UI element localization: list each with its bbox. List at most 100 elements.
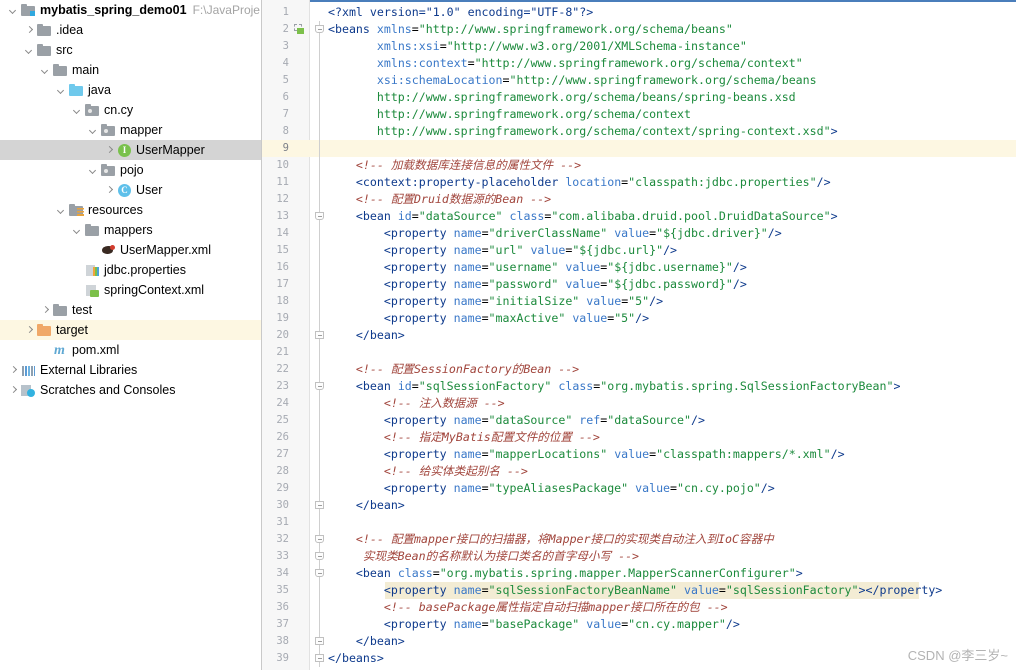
tree-item-resources[interactable]: resources: [0, 200, 261, 220]
chevron-down-icon[interactable]: [8, 5, 19, 16]
chevron-right-icon[interactable]: [24, 25, 35, 36]
fold-expand-icon[interactable]: [315, 501, 324, 509]
tree-item-jdbc-properties[interactable]: jdbc.properties: [0, 260, 261, 280]
fold-collapse-icon[interactable]: [315, 552, 324, 560]
chevron-down-icon[interactable]: [88, 125, 99, 136]
code-line[interactable]: [328, 140, 1016, 157]
fold-expand-icon[interactable]: [315, 654, 324, 662]
fold-collapse-icon[interactable]: [315, 535, 324, 543]
code-line[interactable]: <!-- 配置Druid数据源的Bean -->: [328, 191, 1016, 208]
chevron-down-icon[interactable]: [88, 165, 99, 176]
fold-expand-icon[interactable]: [315, 331, 324, 339]
chevron-right-icon[interactable]: [24, 325, 35, 336]
tree-item-user[interactable]: C User: [0, 180, 261, 200]
code-line[interactable]: [328, 514, 1016, 531]
tree-item-test[interactable]: test: [0, 300, 261, 320]
code-line[interactable]: <property name="username" value="${jdbc.…: [328, 259, 1016, 276]
fold-toggle[interactable]: [314, 497, 325, 514]
fold-toggle[interactable]: [314, 208, 325, 225]
code-line[interactable]: xsi:schemaLocation="http://www.springfra…: [328, 72, 1016, 89]
fold-collapse-icon[interactable]: [315, 25, 324, 33]
code-line[interactable]: <property name="maxActive" value="5"/>: [328, 310, 1016, 327]
code-line[interactable]: <beans xmlns="http://www.springframework…: [328, 21, 1016, 38]
tree-item-mapper[interactable]: mapper: [0, 120, 261, 140]
chevron-down-icon[interactable]: [72, 225, 83, 236]
chevron-right-icon[interactable]: [104, 185, 115, 196]
chevron-down-icon[interactable]: [40, 65, 51, 76]
fold-collapse-icon[interactable]: [315, 569, 324, 577]
code-line[interactable]: </bean>: [328, 327, 1016, 344]
fold-guide: [314, 429, 325, 446]
chevron-down-icon[interactable]: [56, 205, 67, 216]
code-line[interactable]: <!-- 指定MyBatis配置文件的位置 -->: [328, 429, 1016, 446]
tree-item-usermapper[interactable]: I UserMapper: [0, 140, 261, 160]
code-line[interactable]: <context:property-placeholder location="…: [328, 174, 1016, 191]
fold-toggle[interactable]: [314, 565, 325, 582]
code-line[interactable]: <!-- 配置mapper接口的扫描器，将Mapper接口的实现类自动注入到Io…: [328, 531, 1016, 548]
tree-item-idea[interactable]: .idea: [0, 20, 261, 40]
code-line[interactable]: <property name="initialSize" value="5"/>: [328, 293, 1016, 310]
fold-toggle[interactable]: [314, 650, 325, 667]
tree-item-scratches-and-consoles[interactable]: Scratches and Consoles: [0, 380, 261, 400]
chevron-down-icon[interactable]: [72, 105, 83, 116]
code-line[interactable]: <?xml version="1.0" encoding="UTF-8"?>: [328, 4, 1016, 21]
code-line[interactable]: <!-- 加载数据库连接信息的属性文件 -->: [328, 157, 1016, 174]
fold-toggle[interactable]: [314, 633, 325, 650]
code-line[interactable]: xmlns:context="http://www.springframewor…: [328, 55, 1016, 72]
tree-item-pojo[interactable]: pojo: [0, 160, 261, 180]
code-line[interactable]: <!-- basePackage属性指定自动扫描mapper接口所在的包 -->: [328, 599, 1016, 616]
fold-toggle[interactable]: [314, 548, 325, 565]
code-line[interactable]: <property name="dataSource" ref="dataSou…: [328, 412, 1016, 429]
fold-toggle[interactable]: [314, 531, 325, 548]
code-line[interactable]: http://www.springframework.org/schema/co…: [328, 123, 1016, 140]
code-line[interactable]: <property name="password" value="${jdbc.…: [328, 276, 1016, 293]
code-line[interactable]: http://www.springframework.org/schema/co…: [328, 106, 1016, 123]
chevron-right-icon[interactable]: [8, 365, 19, 376]
fold-expand-icon[interactable]: [315, 637, 324, 645]
fold-collapse-icon[interactable]: [315, 382, 324, 390]
code-line[interactable]: 实现类Bean的名称默认为接口类名的首字母小写 -->: [328, 548, 1016, 565]
tree-item-external-libraries[interactable]: External Libraries: [0, 360, 261, 380]
code-line[interactable]: http://www.springframework.org/schema/be…: [328, 89, 1016, 106]
code-line[interactable]: <property name="basePackage" value="cn.c…: [328, 616, 1016, 633]
code-line[interactable]: <property name="url" value="${jdbc.url}"…: [328, 242, 1016, 259]
code-line[interactable]: <bean class="org.mybatis.spring.mapper.M…: [328, 565, 1016, 582]
chevron-right-icon[interactable]: [40, 305, 51, 316]
fold-toggle[interactable]: [314, 327, 325, 344]
code-line[interactable]: <property name="driverClassName" value="…: [328, 225, 1016, 242]
code-line[interactable]: <property name="mapperLocations" value="…: [328, 446, 1016, 463]
tree-item-springcontext-xml[interactable]: springContext.xml: [0, 280, 261, 300]
chevron-down-icon[interactable]: [56, 85, 67, 96]
chevron-right-icon[interactable]: [8, 385, 19, 396]
code-line[interactable]: <!-- 注入数据源 -->: [328, 395, 1016, 412]
code-line[interactable]: [328, 344, 1016, 361]
code-line[interactable]: <property name="typeAliasesPackage" valu…: [328, 480, 1016, 497]
tree-item-pom-xml[interactable]: pom.xml: [0, 340, 261, 361]
project-tree-panel[interactable]: mybatis_spring_demo01 F:\JavaProje .idea sr…: [0, 0, 262, 670]
tree-item-usermapper-xml[interactable]: UserMapper.xml: [0, 240, 261, 260]
chevron-right-icon[interactable]: [104, 145, 115, 156]
fold-toggle[interactable]: [314, 378, 325, 395]
code-token-attr: ref: [579, 413, 601, 427]
fold-toggle[interactable]: [314, 21, 325, 38]
tree-item-src[interactable]: src: [0, 40, 261, 60]
tree-item-mybatis-spring-demo01[interactable]: mybatis_spring_demo01 F:\JavaProje: [0, 0, 261, 20]
code-line[interactable]: <bean id="dataSource" class="com.alibaba…: [328, 208, 1016, 225]
fold-collapse-icon[interactable]: [315, 212, 324, 220]
chevron-down-icon[interactable]: [24, 45, 35, 56]
code-editor[interactable]: 1 2 3 4 5 6 7 8 9 10 11 12 13 14 15 16 17 18 19 20 21 22 23 24 2…: [262, 0, 1016, 670]
code-line[interactable]: </bean>: [328, 497, 1016, 514]
tree-item-cn-cy[interactable]: cn.cy: [0, 100, 261, 120]
code-line[interactable]: <bean id="sqlSessionFactory" class="org.…: [328, 378, 1016, 395]
code-line[interactable]: xmlns:xsi="http://www.w3.org/2001/XMLSch…: [328, 38, 1016, 55]
code-line[interactable]: <property name="sqlSessionFactoryBeanNam…: [328, 582, 1016, 599]
tree-item-target[interactable]: target: [0, 320, 261, 340]
tree-item-java[interactable]: java: [0, 80, 261, 100]
tree-item-mappers[interactable]: mappers: [0, 220, 261, 240]
editor-top-border: [262, 0, 1016, 2]
code-line[interactable]: <!-- 给实体类起别名 -->: [328, 463, 1016, 480]
tree-item-main[interactable]: main: [0, 60, 261, 80]
spring-bean-gutter-icon[interactable]: [292, 21, 308, 38]
code-line[interactable]: <!-- 配置SessionFactory的Bean -->: [328, 361, 1016, 378]
code-content[interactable]: <?xml version="1.0" encoding="UTF-8"?> <b…: [328, 4, 1016, 667]
